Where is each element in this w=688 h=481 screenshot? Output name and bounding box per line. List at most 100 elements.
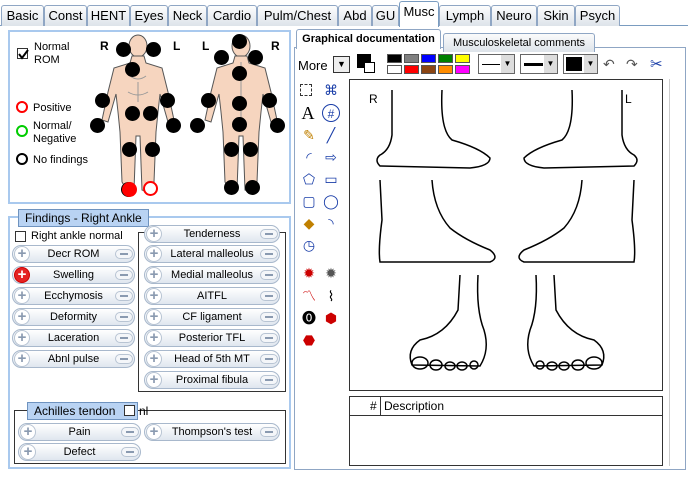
front-left-knee-marker[interactable] (145, 142, 160, 157)
back-right-elbow-marker[interactable] (262, 93, 277, 108)
color-yellow[interactable] (455, 54, 470, 63)
back-left-knee-marker[interactable] (224, 142, 239, 157)
tab-neck[interactable]: Neck (168, 5, 207, 26)
tab-psych[interactable]: Psych (575, 5, 620, 26)
back-right-knee-marker[interactable] (243, 142, 258, 157)
remove-icon[interactable] (260, 249, 278, 259)
color-orange[interactable] (438, 65, 453, 74)
back-left-elbow-marker[interactable] (201, 93, 216, 108)
front-right-elbow-marker[interactable] (95, 93, 110, 108)
add-icon-positive[interactable]: + (14, 267, 30, 283)
proximal-fibula-button[interactable]: + Proximal fibula (144, 371, 280, 389)
undo-icon[interactable]: ↶ (603, 56, 615, 73)
laceration-button[interactable]: + Laceration (12, 329, 135, 347)
front-right-hip-marker[interactable] (125, 106, 140, 121)
remove-icon[interactable] (260, 354, 278, 364)
back-right-shoulder-marker[interactable] (248, 50, 263, 65)
remove-icon[interactable] (121, 447, 139, 457)
add-icon[interactable]: + (14, 288, 30, 304)
color-blue[interactable] (421, 54, 436, 63)
remove-icon[interactable] (121, 427, 139, 437)
color-magenta[interactable] (455, 65, 470, 74)
bone-tool-icon[interactable]: ⌇ (322, 287, 340, 305)
stamp-red-icon[interactable]: ✹ (300, 264, 318, 282)
line-style-select[interactable]: ▼ (478, 54, 515, 74)
add-icon[interactable]: + (146, 309, 162, 325)
lateral-malleolus-button[interactable]: + Lateral malleolus (144, 245, 280, 263)
tab-pulm-chest[interactable]: Pulm/Chest (257, 5, 338, 26)
tab-lymph[interactable]: Lymph (439, 5, 491, 26)
add-icon[interactable]: + (146, 288, 162, 304)
tab-abd[interactable]: Abd (338, 5, 372, 26)
remove-icon[interactable] (260, 427, 278, 437)
fracture-line-icon[interactable]: 〽 (300, 287, 318, 305)
remove-icon[interactable] (115, 249, 133, 259)
remove-icon[interactable] (260, 291, 278, 301)
pie-tool-icon[interactable]: ◷ (300, 236, 318, 254)
remove-icon[interactable] (260, 333, 278, 343)
lasso-icon[interactable]: ⌘ (322, 81, 340, 99)
tab-musc[interactable]: Musc (399, 1, 439, 27)
pain-button[interactable]: + Pain (18, 423, 141, 441)
deformity-button[interactable]: + Deformity (12, 308, 135, 326)
arrow-tool-icon[interactable]: ⇨ (322, 148, 340, 166)
remove-icon[interactable] (115, 270, 133, 280)
line-width-select[interactable]: ▼ (520, 54, 558, 74)
number-tool-icon[interactable]: # (322, 104, 340, 122)
stamp-gray-icon[interactable]: ✹ (322, 264, 340, 282)
tab-skin[interactable]: Skin (537, 5, 575, 26)
aitfl-button[interactable]: + AITFL (144, 287, 280, 305)
tab-eyes[interactable]: Eyes (130, 5, 168, 26)
remove-icon[interactable] (115, 333, 133, 343)
color-gray[interactable] (404, 54, 419, 63)
fill-select[interactable]: ▼ (563, 54, 598, 74)
background-color-swatch[interactable] (364, 62, 375, 73)
back-sacrum-marker[interactable] (232, 117, 247, 132)
front-right-chest-marker[interactable] (125, 62, 140, 77)
pencil-icon[interactable]: ✎ (300, 126, 318, 144)
thompsons-test-button[interactable]: + Thompson's test (144, 423, 280, 441)
tab-hent[interactable]: HENT (87, 5, 130, 26)
back-left-ankle-marker[interactable] (224, 180, 239, 195)
achilles-nl-checkbox[interactable] (124, 405, 135, 416)
remove-icon[interactable] (260, 229, 278, 239)
rectangle-tool-icon[interactable]: ▭ (322, 170, 340, 188)
color-green[interactable] (438, 54, 453, 63)
tab-gu[interactable]: GU (372, 5, 399, 26)
defect-button[interactable]: + Defect (18, 443, 141, 461)
cf-ligament-button[interactable]: + CF ligament (144, 308, 280, 326)
add-icon[interactable]: + (20, 444, 36, 460)
more-dropdown-icon[interactable]: ▼ (333, 56, 350, 73)
back-lower-spine-marker[interactable] (232, 96, 247, 111)
add-icon[interactable]: + (14, 246, 30, 262)
polygon-tool-icon[interactable]: ⬠ (300, 170, 318, 188)
add-icon[interactable]: + (14, 351, 30, 367)
ecchymosis-button[interactable]: + Ecchymosis (12, 287, 135, 305)
curve-tool-icon[interactable]: ◝ (322, 214, 340, 232)
remove-icon[interactable] (260, 375, 278, 385)
head-of-5th-mt-button[interactable]: + Head of 5th MT (144, 350, 280, 368)
text-tool-icon[interactable]: A (299, 104, 317, 122)
decr-rom-button[interactable]: + Decr ROM (12, 245, 135, 263)
swelling-button[interactable]: + Swelling (12, 266, 135, 284)
add-icon[interactable]: + (146, 330, 162, 346)
remove-icon[interactable] (260, 312, 278, 322)
yellow-red-stamp-icon[interactable]: ⬣ (300, 331, 318, 349)
line-tool-icon[interactable]: ╱ (322, 126, 340, 144)
front-right-shoulder-marker[interactable] (116, 42, 131, 57)
tab-graphical-documentation[interactable]: Graphical documentation (296, 29, 441, 49)
tab-neuro[interactable]: Neuro (491, 5, 537, 26)
back-left-wrist-marker[interactable] (190, 118, 205, 133)
ellipse-tool-icon[interactable]: ◯ (322, 192, 340, 210)
front-right-wrist-marker[interactable] (90, 118, 105, 133)
color-black[interactable] (387, 54, 402, 63)
add-icon[interactable]: + (146, 351, 162, 367)
back-left-shoulder-marker[interactable] (214, 50, 229, 65)
add-icon[interactable]: + (146, 246, 162, 262)
front-left-ankle-marker[interactable] (143, 181, 158, 196)
scissors-icon[interactable]: ✂ (650, 55, 663, 73)
add-icon[interactable]: + (146, 424, 162, 440)
right-ankle-normal-checkbox[interactable] (15, 231, 26, 242)
add-icon[interactable]: + (146, 372, 162, 388)
back-upper-spine-marker[interactable] (232, 66, 247, 81)
